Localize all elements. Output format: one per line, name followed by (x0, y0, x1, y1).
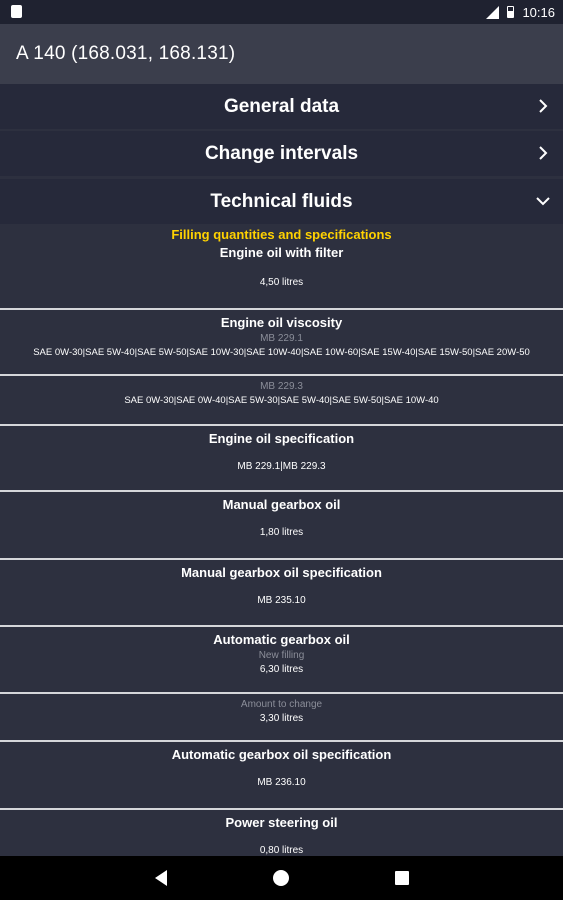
auto-gearbox-block: Automatic gearbox oil New filling 6,30 l… (0, 627, 563, 694)
engine-oil-viscosity-block-2: MB 229.3 SAE 0W-30|SAE 0W-40|SAE 5W-30|S… (0, 376, 563, 426)
auto-gearbox-label-2: Amount to change (240, 699, 323, 710)
auto-gearbox-value-1: 6,30 litres (259, 664, 304, 675)
section-technical-fluids[interactable]: Technical fluids (0, 179, 563, 224)
app-bar: A 140 (168.031, 168.131) (0, 24, 563, 84)
auto-gearbox-spec-block: Automatic gearbox oil specification MB 2… (0, 742, 563, 810)
technical-fluids-content[interactable]: Filling quantities and specifications En… (0, 226, 563, 856)
app-title: A 140 (168.031, 168.131) (16, 43, 236, 64)
manual-gearbox-spec-value: MB 235.10 (257, 595, 306, 606)
power-steering-title: Power steering oil (225, 815, 338, 830)
chevron-right-icon (533, 96, 553, 116)
engine-oil-value: 4,50 litres (259, 277, 304, 288)
home-icon[interactable] (273, 870, 289, 886)
auto-gearbox-title: Automatic gearbox oil (213, 632, 350, 647)
auto-gearbox-value-2: 3,30 litres (259, 713, 304, 724)
viscosity-values-2: SAE 0W-30|SAE 0W-40|SAE 5W-30|SAE 5W-40|… (124, 395, 439, 406)
viscosity-spec-1: MB 229.1 (260, 333, 303, 344)
viscosity-values-1: SAE 0W-30|SAE 5W-40|SAE 5W-50|SAE 10W-30… (33, 347, 530, 358)
engine-oil-spec-value: MB 229.1|MB 229.3 (237, 461, 326, 472)
fluids-subtitle: Filling quantities and specifications (171, 227, 392, 242)
auto-gearbox-spec-title: Automatic gearbox oil specification (171, 747, 392, 762)
manual-gearbox-block: Manual gearbox oil 1,80 litres (0, 492, 563, 560)
section-change-intervals[interactable]: Change intervals (0, 131, 563, 176)
status-bar: 10:16 (0, 0, 563, 24)
viscosity-title: Engine oil viscosity (220, 315, 343, 330)
auto-gearbox-change-block: Amount to change 3,30 litres (0, 694, 563, 742)
signal-icon (486, 5, 500, 19)
chevron-right-icon (533, 143, 553, 163)
manual-gearbox-value: 1,80 litres (259, 527, 304, 538)
power-steering-value: 0,80 litres (259, 845, 304, 856)
section-label: Technical fluids (210, 190, 353, 212)
back-icon[interactable] (155, 870, 167, 886)
auto-gearbox-label-1: New filling (258, 650, 305, 661)
manual-gearbox-spec-block: Manual gearbox oil specification MB 235.… (0, 560, 563, 627)
status-icons: 10:16 (486, 4, 555, 20)
section-general-data[interactable]: General data (0, 84, 563, 129)
engine-oil-viscosity-block: Engine oil viscosity MB 229.1 SAE 0W-30|… (0, 310, 563, 376)
chevron-down-icon (533, 191, 553, 211)
manual-gearbox-spec-title: Manual gearbox oil specification (181, 565, 382, 580)
engine-oil-spec-title: Engine oil specification (208, 431, 355, 446)
viscosity-spec-2: MB 229.3 (260, 381, 303, 392)
section-label: Change intervals (204, 142, 359, 164)
section-label: General data (223, 95, 340, 117)
notification-icon (11, 5, 22, 18)
auto-gearbox-spec-value: MB 236.10 (257, 777, 306, 788)
manual-gearbox-title: Manual gearbox oil (222, 497, 341, 512)
recent-apps-icon[interactable] (395, 871, 409, 885)
battery-icon (507, 6, 515, 18)
engine-oil-block: Engine oil with filter 4,50 litres (0, 244, 563, 310)
status-time: 10:16 (522, 4, 555, 20)
navigation-bar (0, 856, 563, 900)
engine-oil-title: Engine oil with filter (219, 245, 344, 260)
power-steering-block: Power steering oil 0,80 litres (0, 810, 563, 856)
engine-oil-spec-block: Engine oil specification MB 229.1|MB 229… (0, 426, 563, 492)
